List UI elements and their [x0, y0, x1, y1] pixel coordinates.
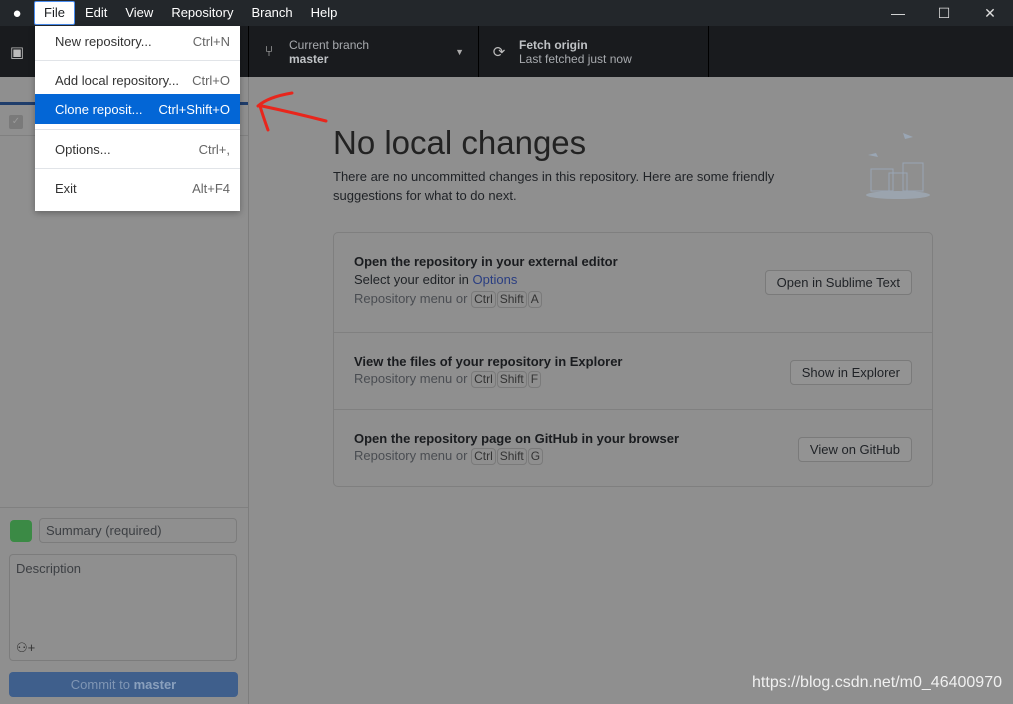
menu-item-options[interactable]: Options... Ctrl+, [35, 135, 240, 163]
select-all-checkbox[interactable]: ✓ [9, 115, 23, 129]
kbd-ctrl: Ctrl [471, 371, 496, 388]
hint-text: Repository menu or [354, 371, 468, 386]
file-menu-dropdown: New repository... Ctrl+N Add local reposi… [35, 26, 240, 211]
github-logo-icon: ● [12, 4, 22, 22]
kbd-ctrl: Ctrl [471, 291, 496, 308]
menu-item-label: Add local repository... [55, 72, 180, 88]
description-input[interactable]: Description ⚇+ [9, 554, 237, 661]
description-placeholder: Description [16, 561, 82, 576]
menu-item-shortcut: Ctrl+, [198, 141, 230, 157]
menu-repository[interactable]: Repository [162, 0, 242, 26]
commit-button[interactable]: Commit to master [9, 672, 238, 697]
menu-file[interactable]: File [34, 1, 75, 25]
summary-input[interactable]: Summary (required) [39, 518, 237, 543]
dropdown-caret-icon: ▼ [455, 46, 464, 57]
suggestion-title: Open the repository in your external edi… [354, 254, 618, 269]
fetch-title: Fetch origin [519, 37, 588, 52]
current-branch-button[interactable]: ⑂ Current branch master ▼ [249, 26, 479, 77]
add-coauthor-icon[interactable]: ⚇+ [16, 640, 35, 656]
empty-state-illustration [866, 133, 930, 199]
kbd-ctrl: Ctrl [471, 448, 496, 465]
suggestions-panel: Open the repository in your external edi… [333, 232, 933, 487]
menu-item-exit[interactable]: Exit Alt+F4 [35, 174, 240, 202]
hint-text: Repository menu or [354, 291, 468, 306]
menu-item-label: Clone reposit... [55, 101, 143, 117]
fetch-subtitle: Last fetched just now [519, 51, 632, 66]
menu-item-shortcut: Ctrl+Shift+O [158, 101, 230, 117]
repo-icon: ▣ [9, 43, 25, 61]
menu-separator [35, 129, 240, 130]
suggestion-show-explorer: View the files of your repository in Exp… [334, 333, 932, 410]
commit-button-branch: master [133, 677, 177, 692]
commit-button-label: Commit to [70, 677, 134, 692]
kbd-shift: Shift [496, 448, 527, 465]
open-in-sublime-text-button[interactable]: Open in Sublime Text [764, 270, 912, 295]
menu-bar: ● File Edit View Repository Branch Help … [0, 0, 1013, 26]
menu-item-clone-repository[interactable]: Clone reposit... Ctrl+Shift+O [35, 94, 240, 124]
kbd-key: G [527, 448, 544, 465]
branch-name: master [289, 51, 329, 66]
suggestion-open-editor: Open the repository in your external edi… [334, 233, 932, 333]
menu-help[interactable]: Help [302, 0, 347, 26]
avatar [10, 520, 32, 542]
options-link[interactable]: Options [473, 272, 518, 287]
maximize-icon[interactable]: ☐ [921, 0, 967, 26]
menu-item-shortcut: Ctrl+N [192, 33, 230, 49]
page-title: No local changes [333, 124, 587, 161]
branch-icon: ⑂ [264, 43, 274, 60]
minimize-icon[interactable]: — [875, 0, 921, 26]
annotation-arrow-icon [256, 91, 328, 132]
menu-separator [35, 60, 240, 61]
menu-item-label: Options... [55, 141, 111, 157]
sync-icon: ⟳ [492, 43, 506, 61]
menu-item-label: Exit [55, 180, 77, 196]
kbd-key: A [527, 291, 542, 308]
fetch-origin-button[interactable]: ⟳ Fetch origin Last fetched just now [479, 26, 709, 77]
menu-item-add-local-repository[interactable]: Add local repository... Ctrl+O [35, 66, 240, 94]
close-icon[interactable]: ✕ [967, 0, 1013, 26]
view-on-github-button[interactable]: View on GitHub [797, 437, 912, 462]
menu-item-label: New repository... [55, 33, 152, 49]
menu-item-shortcut: Ctrl+O [192, 72, 230, 88]
menu-item-new-repository[interactable]: New repository... Ctrl+N [35, 27, 240, 55]
suggestion-view-github: Open the repository page on GitHub in yo… [334, 410, 932, 486]
kbd-shift: Shift [496, 291, 527, 308]
show-in-explorer-button[interactable]: Show in Explorer [789, 360, 912, 385]
commit-panel: Summary (required) Description ⚇+ Commit… [0, 507, 248, 704]
menu-item-shortcut: Alt+F4 [192, 180, 230, 196]
hint-text: Repository menu or [354, 448, 468, 463]
menu-branch[interactable]: Branch [242, 0, 301, 26]
kbd-shift: Shift [496, 371, 527, 388]
menu-view[interactable]: View [116, 0, 162, 26]
lead-text: There are no uncommitted changes in this… [333, 169, 775, 203]
branch-label: Current branch [289, 37, 370, 52]
suggestion-subtext: Select your editor in [354, 272, 473, 287]
kbd-key: F [527, 371, 542, 388]
watermark: https://blog.csdn.net/m0_46400970 [752, 674, 1002, 691]
menu-separator [35, 168, 240, 169]
menu-edit[interactable]: Edit [76, 0, 116, 26]
